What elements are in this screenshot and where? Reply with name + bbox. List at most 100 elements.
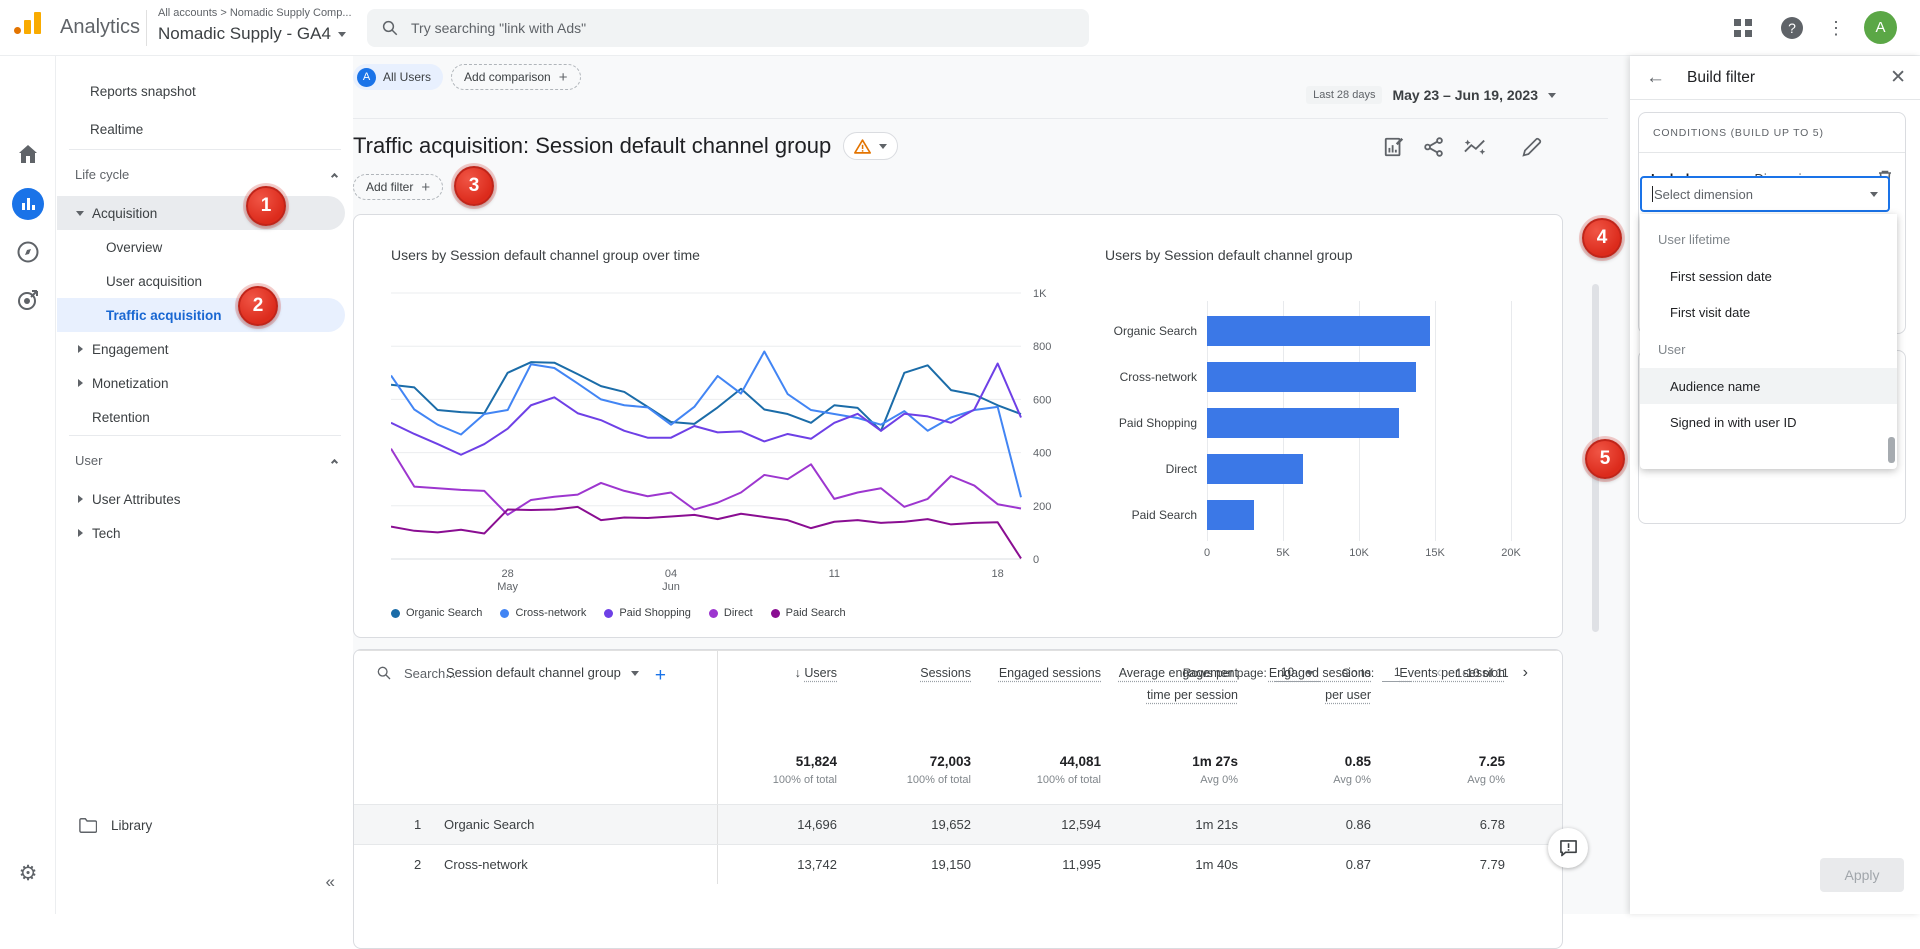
panel-title: Build filter — [1687, 68, 1756, 86]
chevron-up-icon — [330, 458, 339, 466]
sidebar-item-user-attributes[interactable]: User Attributes — [57, 482, 345, 516]
date-range-picker[interactable]: Last 28 days May 23 – Jun 19, 2023 — [1306, 86, 1556, 104]
sidebar-item-reports-snapshot[interactable]: Reports snapshot — [57, 72, 353, 110]
home-icon[interactable] — [16, 142, 40, 166]
totals-cell: 51,824 100% of total — [718, 746, 847, 804]
dropdown-scrollbar[interactable] — [1888, 437, 1895, 463]
insights-icon[interactable] — [1463, 136, 1487, 158]
customize-report-icon[interactable] — [1383, 136, 1405, 158]
sidebar-item-traffic-acquisition[interactable]: Traffic acquisition — [57, 298, 345, 332]
bar[interactable] — [1207, 408, 1399, 438]
select-dimension-combobox[interactable]: Select dimension — [1640, 176, 1890, 212]
bar-row: Cross-network — [1105, 354, 1545, 400]
search-input[interactable]: Try searching "link with Ads" — [367, 9, 1089, 47]
dropdown-group-user-lifetime: User lifetime — [1658, 231, 1731, 247]
next-page-icon[interactable]: › — [1517, 664, 1534, 682]
legend-item[interactable]: Paid Search — [770, 607, 846, 619]
chevron-down-icon — [76, 210, 84, 216]
more-menu-icon[interactable]: ⋮ — [1822, 14, 1850, 42]
search-icon — [382, 20, 398, 36]
legend-item[interactable]: Direct — [708, 607, 753, 619]
apply-button[interactable]: Apply — [1820, 858, 1904, 892]
data-quality-indicator[interactable] — [843, 132, 899, 160]
feedback-button[interactable] — [1548, 828, 1588, 868]
help-icon[interactable]: ? — [1778, 14, 1806, 42]
legend-item[interactable]: Paid Shopping — [604, 607, 691, 619]
metric-cell: 19,652 — [931, 817, 971, 832]
sidebar-item-realtime[interactable]: Realtime — [57, 110, 353, 148]
sidebar-section-user[interactable]: User — [57, 438, 353, 482]
goto-label: Go to: — [1341, 666, 1375, 680]
chevron-up-icon — [330, 172, 339, 180]
bar-category-label: Organic Search — [1113, 324, 1197, 338]
sidebar-item-tech[interactable]: Tech — [57, 516, 345, 550]
close-icon[interactable]: ✕ — [1890, 66, 1906, 89]
add-comparison-button[interactable]: Add comparison + — [451, 64, 581, 90]
table-row[interactable]: 2 Cross-network 13,742 19,150 11,995 1m 40s 0.… — [354, 844, 1562, 884]
line-series-paid-shopping — [391, 362, 1022, 456]
sidebar-item-monetization[interactable]: Monetization — [57, 366, 345, 400]
expand-toggle[interactable] — [69, 345, 91, 353]
add-filter-button[interactable]: Add filter + — [353, 174, 444, 200]
line-chart: 0 200 400 600 800 1K 28May 04Jun 11 18 — [391, 288, 1051, 593]
reports-icon[interactable] — [12, 188, 44, 220]
table-row[interactable]: 1 Organic Search 14,696 19,652 12,594 1m 21s 0… — [354, 804, 1562, 844]
chevron-down-icon — [1870, 191, 1878, 197]
legend-item[interactable]: Cross-network — [500, 607, 586, 619]
prev-page-icon[interactable]: ‹ — [1430, 664, 1447, 682]
segment-chip-all-users[interactable]: A All Users — [353, 64, 444, 90]
bar[interactable] — [1207, 500, 1254, 530]
back-arrow-icon[interactable]: ← — [1646, 67, 1665, 89]
dropdown-option-signed-in-with-user-id[interactable]: Signed in with user ID — [1640, 404, 1897, 440]
dropdown-option-first-visit-date[interactable]: First visit date — [1640, 294, 1897, 330]
analytics-logo-icon[interactable] — [14, 12, 41, 34]
totals-value: 0.85 — [1344, 754, 1371, 769]
totals-subvalue: Avg 0% — [1333, 774, 1371, 786]
table-search-input[interactable]: Search... — [354, 665, 1183, 681]
legend-dot — [391, 608, 400, 618]
bar[interactable] — [1207, 362, 1416, 392]
breadcrumb[interactable]: All accounts > Nomadic Supply Comp... — [158, 7, 352, 19]
dropdown-option-audience-name[interactable]: Audience name — [1640, 368, 1897, 404]
share-icon[interactable] — [1423, 136, 1445, 158]
bar-row: Paid Search — [1105, 492, 1545, 538]
sidebar-item-library[interactable]: Library — [79, 818, 152, 833]
expand-toggle[interactable] — [69, 529, 91, 537]
dropdown-option-first-session-date[interactable]: First session date — [1640, 258, 1897, 294]
collapse-drawer-icon[interactable]: « — [326, 872, 335, 892]
x-axis-tick-label: 04 — [665, 568, 677, 580]
edit-pencil-icon[interactable] — [1521, 137, 1542, 158]
sidebar-section-life-cycle[interactable]: Life cycle — [57, 152, 353, 196]
sidebar-item-engagement[interactable]: Engagement — [57, 332, 345, 366]
totals-subvalue: Avg 0% — [1200, 774, 1238, 786]
settings-gear-icon[interactable]: ⚙ — [16, 862, 40, 886]
divider — [69, 435, 341, 436]
legend-item[interactable]: Organic Search — [391, 607, 482, 619]
bar-category-label: Direct — [1165, 462, 1197, 476]
sidebar-item-label: Retention — [92, 409, 150, 425]
expand-toggle[interactable] — [69, 495, 91, 503]
sidebar-item-acquisition[interactable]: Acquisition — [57, 196, 345, 230]
apps-grid-icon[interactable] — [1729, 14, 1757, 42]
advertising-icon[interactable] — [16, 288, 40, 312]
sidebar-item-retention[interactable]: Retention — [57, 400, 345, 434]
row-dimension-cell: 2 Cross-network — [354, 845, 718, 884]
sidebar-item-user-acquisition[interactable]: User acquisition — [57, 264, 345, 298]
icon-rail: ⚙ — [0, 56, 56, 914]
property-selector[interactable]: Nomadic Supply - GA4 — [158, 24, 346, 44]
expand-toggle[interactable] — [69, 210, 91, 216]
metric-cell: 7.79 — [1479, 857, 1505, 872]
date-range-value: May 23 – Jun 19, 2023 — [1392, 87, 1538, 103]
sidebar-item-overview[interactable]: Overview — [57, 230, 345, 264]
rows-per-page-select[interactable]: 10 — [1274, 665, 1320, 682]
explore-icon[interactable] — [16, 240, 40, 264]
totals-spacer — [354, 746, 718, 804]
bar[interactable] — [1207, 454, 1303, 484]
avatar[interactable]: A — [1864, 11, 1897, 44]
metric-cell: 0.86 — [1345, 817, 1371, 832]
x-axis-tick-label: 10K — [1349, 547, 1369, 559]
expand-toggle[interactable] — [69, 379, 91, 387]
bar[interactable] — [1207, 316, 1430, 346]
bar-track — [1207, 408, 1399, 438]
goto-page-input[interactable]: 1 — [1382, 665, 1413, 682]
